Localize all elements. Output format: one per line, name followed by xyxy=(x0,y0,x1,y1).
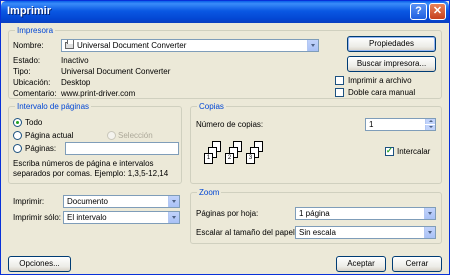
print-what-select[interactable]: Documento xyxy=(63,195,180,208)
copies-count-label: Número de copias: xyxy=(196,120,264,129)
copies-count-spinner[interactable]: 1 xyxy=(365,118,436,131)
comment-label: Comentario: xyxy=(13,89,57,98)
spin-down-icon[interactable] xyxy=(425,125,435,130)
chevron-down-icon[interactable] xyxy=(168,196,179,207)
comment-value: www.print-driver.com xyxy=(61,89,136,98)
spin-up-icon[interactable] xyxy=(425,119,435,124)
collate-page: 2 xyxy=(225,153,234,164)
cancel-button[interactable]: Cerrar xyxy=(392,256,442,272)
range-all-label[interactable]: Todo xyxy=(25,118,42,128)
print-what-label: Imprimir: xyxy=(13,197,45,206)
range-selection-label: Selección xyxy=(118,131,153,140)
pages-input[interactable] xyxy=(65,142,179,155)
collate-page-number: 2 xyxy=(227,155,232,161)
scale-select[interactable]: Sin escala xyxy=(295,226,436,239)
pages-per-sheet-label: Páginas por hoja: xyxy=(196,209,259,218)
location-value: Desktop xyxy=(61,78,91,87)
copies-legend: Copias xyxy=(197,102,226,112)
help-button[interactable]: ? xyxy=(410,3,427,20)
duplex-checkbox[interactable] xyxy=(335,88,344,97)
scale-label: Escalar al tamaño del papel: xyxy=(196,228,297,237)
printer-icon xyxy=(65,40,74,49)
chevron-down-icon[interactable] xyxy=(168,212,179,223)
range-selection-radio xyxy=(107,131,116,140)
range-current-radio[interactable] xyxy=(13,131,22,140)
duplex-label[interactable]: Doble cara manual xyxy=(348,88,415,98)
collate-page-number: 1 xyxy=(206,155,211,161)
title-bar[interactable]: Imprimir ? ✕ xyxy=(1,1,449,23)
collate-checkbox[interactable] xyxy=(385,146,394,156)
copies-count-value: 1 xyxy=(369,120,374,129)
page-range-hint: Escriba números de página e intervalos s… xyxy=(13,159,169,178)
status-value: Inactivo xyxy=(61,56,89,65)
scale-value: Sin escala xyxy=(299,228,336,237)
printer-name-value: Universal Document Converter xyxy=(77,41,187,50)
collate-label[interactable]: Intercalar xyxy=(397,147,430,157)
type-label: Tipo: xyxy=(13,67,31,76)
range-current-label[interactable]: Página actual xyxy=(25,131,73,141)
pages-per-sheet-value: 1 página xyxy=(299,209,330,218)
pages-per-sheet-select[interactable]: 1 página xyxy=(295,207,436,220)
print-to-file-label[interactable]: Imprimir a archivo xyxy=(348,76,412,86)
print-to-file-checkbox[interactable] xyxy=(335,76,344,85)
location-label: Ubicación: xyxy=(13,78,51,87)
collate-page: 3 xyxy=(246,153,255,164)
printer-name-label: Nombre: xyxy=(13,41,44,50)
window-title: Imprimir xyxy=(7,5,52,17)
status-label: Estado: xyxy=(13,56,41,65)
range-pages-radio[interactable] xyxy=(13,144,22,153)
printer-group-legend: Impresora xyxy=(15,26,56,36)
collate-page: 1 xyxy=(204,153,213,164)
zoom-legend: Zoom xyxy=(197,188,222,198)
find-printer-button[interactable]: Buscar impresora... xyxy=(347,56,436,72)
close-window-button[interactable]: ✕ xyxy=(429,3,446,20)
printer-name-select[interactable]: Universal Document Converter xyxy=(61,39,319,52)
print-only-select[interactable]: El intervalo xyxy=(63,211,180,224)
collate-page-number: 3 xyxy=(248,155,253,161)
range-all-radio[interactable] xyxy=(13,118,22,127)
print-only-value: El intervalo xyxy=(67,213,107,222)
chevron-down-icon[interactable] xyxy=(424,208,435,219)
page-range-legend: Intervalo de páginas xyxy=(15,102,92,112)
chevron-down-icon[interactable] xyxy=(307,40,318,51)
range-pages-label[interactable]: Páginas: xyxy=(25,144,56,154)
options-button[interactable]: Opciones... xyxy=(8,256,71,272)
print-dialog: Imprimir ? ✕ Impresora Nombre: Universal… xyxy=(0,0,450,275)
properties-button[interactable]: Propiedades xyxy=(347,36,436,52)
print-what-value: Documento xyxy=(67,197,108,206)
print-only-label: Imprimir sólo: xyxy=(13,213,62,222)
chevron-down-icon[interactable] xyxy=(424,227,435,238)
type-value: Universal Document Converter xyxy=(61,67,171,76)
ok-button[interactable]: Aceptar xyxy=(336,256,386,272)
